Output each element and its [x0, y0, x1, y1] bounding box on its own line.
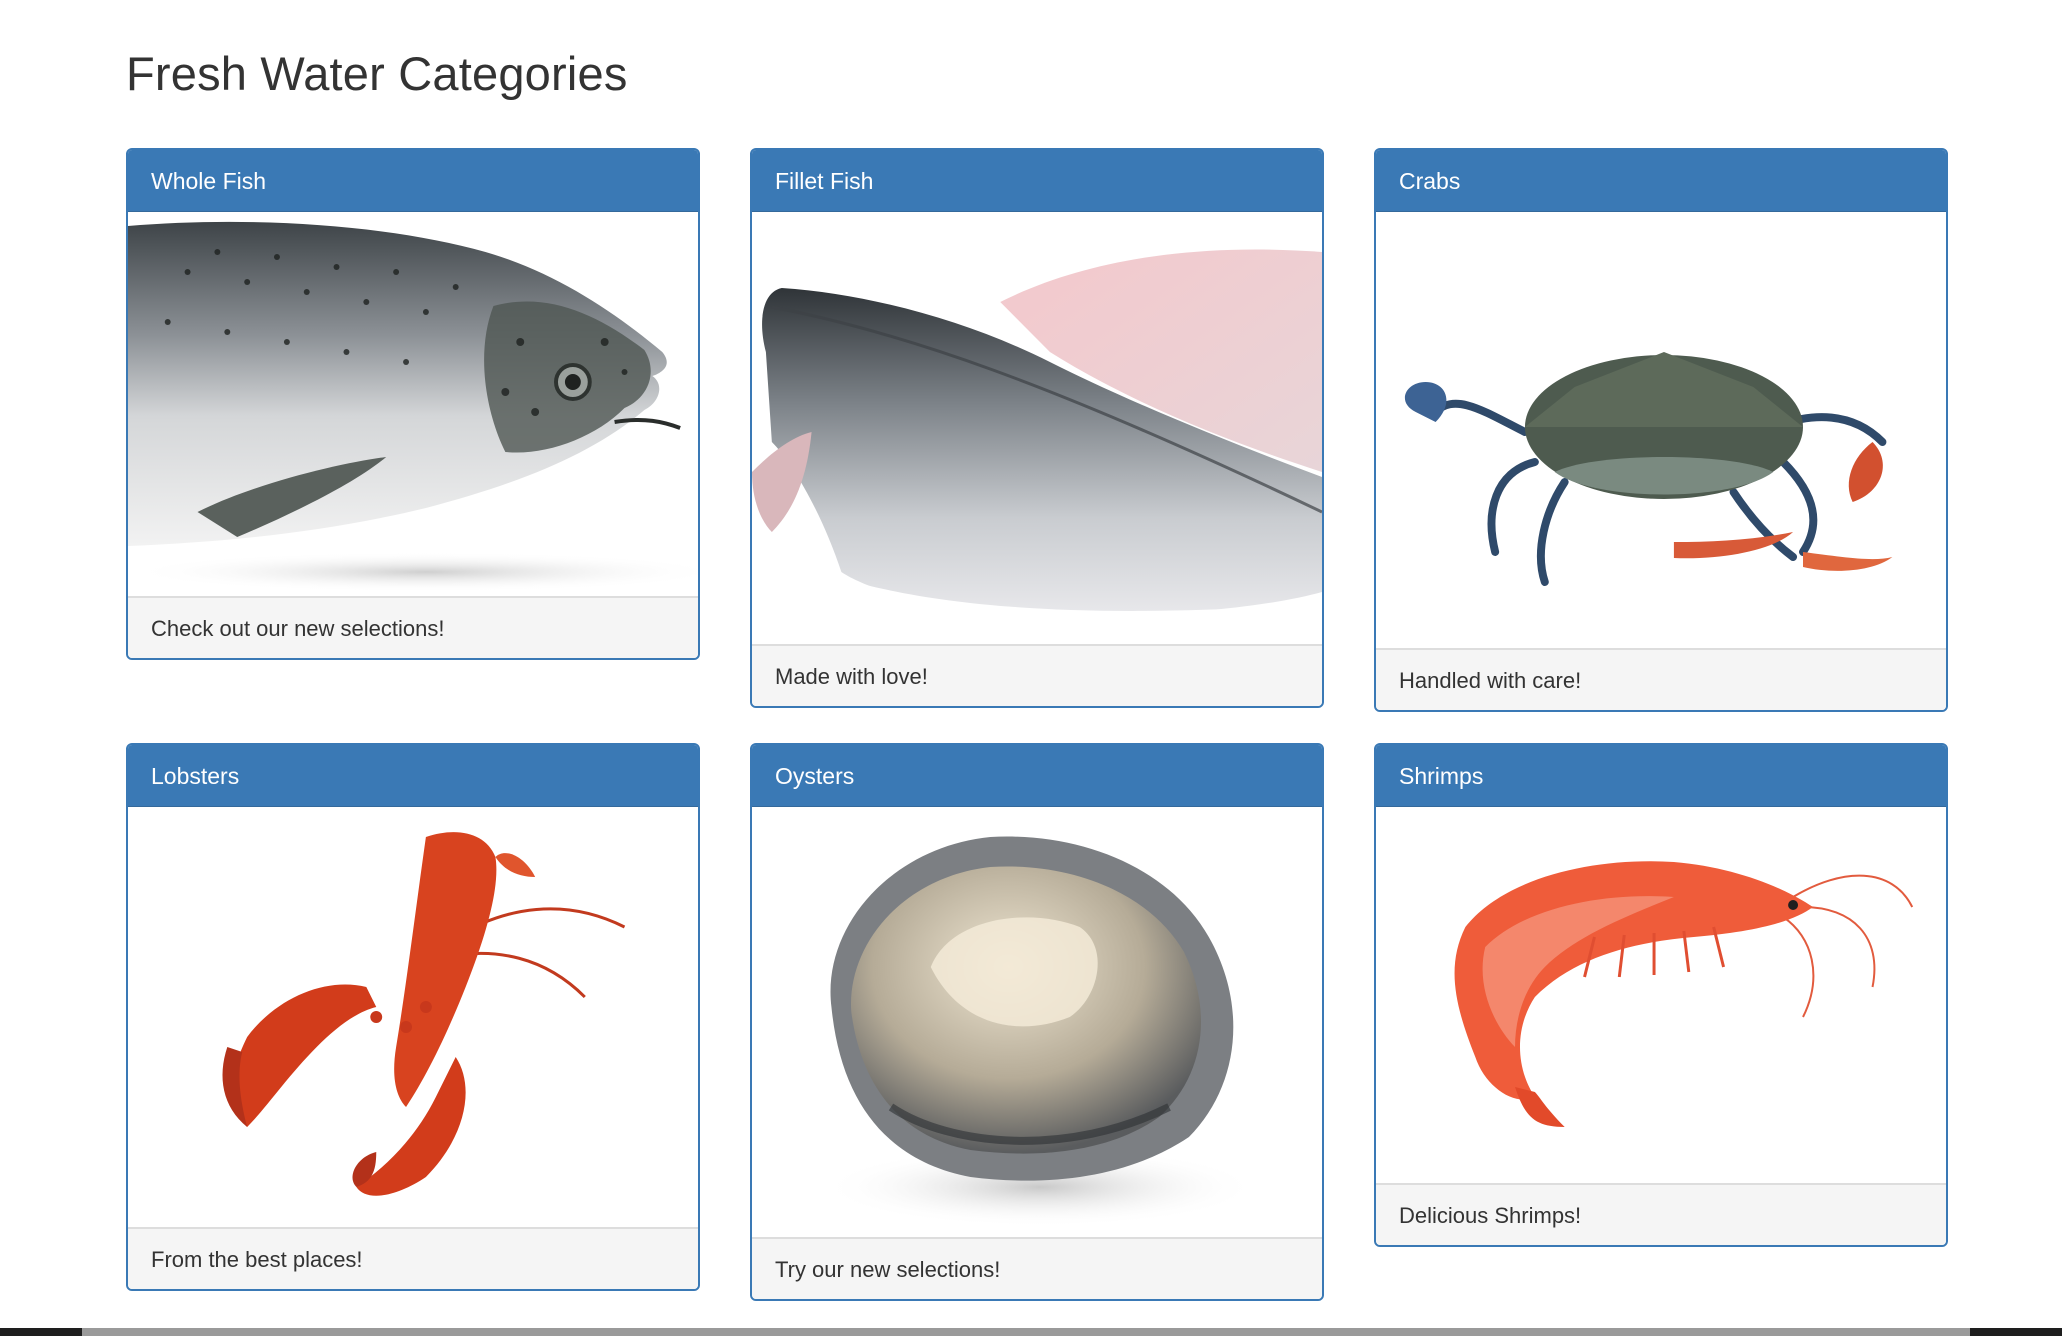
- panel-heading[interactable]: Fillet Fish: [752, 150, 1322, 212]
- panel-heading[interactable]: Lobsters: [128, 745, 698, 807]
- panel-footer: Handled with care!: [1376, 648, 1946, 710]
- panel-heading[interactable]: Whole Fish: [128, 150, 698, 212]
- page-title: Fresh Water Categories: [126, 47, 628, 100]
- panel-heading[interactable]: Shrimps: [1376, 745, 1946, 807]
- category-panel-shrimps[interactable]: Shrimps Delicious Shrimps!: [1374, 743, 1948, 1247]
- crab-image[interactable]: [1376, 212, 1946, 648]
- lobster-image[interactable]: [128, 807, 698, 1227]
- shrimp-image[interactable]: [1376, 807, 1946, 1183]
- panel-footer: Delicious Shrimps!: [1376, 1183, 1946, 1245]
- category-panel-fillet-fish[interactable]: Fillet Fish Made with love!: [750, 148, 1324, 708]
- category-panel-lobsters[interactable]: Lobsters From the best places!: [126, 743, 700, 1291]
- panel-heading[interactable]: Oysters: [752, 745, 1322, 807]
- panel-footer: From the best places!: [128, 1227, 698, 1289]
- category-panel-crabs[interactable]: Crabs Handled with care!: [1374, 148, 1948, 712]
- category-panel-oysters[interactable]: Oysters Try our new selections!: [750, 743, 1324, 1301]
- panel-footer: Check out our new selections!: [128, 596, 698, 658]
- scrollbar-edge-right: [1970, 1328, 2062, 1336]
- oyster-image[interactable]: [752, 807, 1322, 1237]
- whole-fish-image[interactable]: [128, 212, 698, 596]
- category-panel-whole-fish[interactable]: Whole Fish Check out our new selections!: [126, 148, 700, 660]
- panel-heading[interactable]: Crabs: [1376, 150, 1946, 212]
- fillet-fish-image[interactable]: [752, 212, 1322, 644]
- panel-footer: Try our new selections!: [752, 1237, 1322, 1299]
- bottom-scrollbar[interactable]: [0, 1328, 2062, 1336]
- panel-footer: Made with love!: [752, 644, 1322, 706]
- scrollbar-edge-left: [0, 1328, 82, 1336]
